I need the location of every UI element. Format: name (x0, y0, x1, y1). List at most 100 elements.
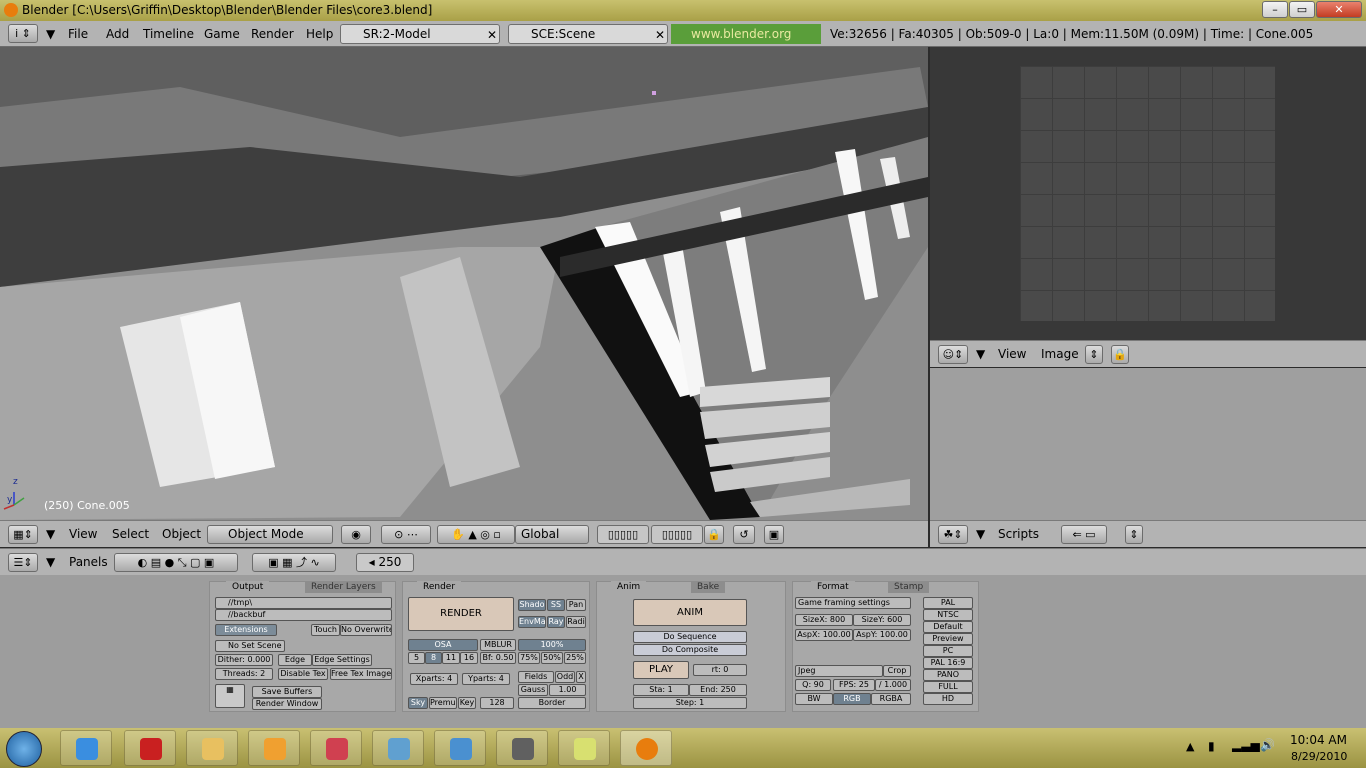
ie-taskbar-icon[interactable] (60, 730, 112, 766)
collapse-arrow-icon[interactable]: ▼ (976, 347, 985, 361)
frame-number-field[interactable]: ◂ 250 (356, 553, 414, 572)
rgb-toggle[interactable]: RGB (833, 693, 871, 705)
tab-render[interactable]: Render (417, 581, 462, 593)
network-icon[interactable]: ▂▃▅ (1232, 738, 1260, 752)
menu-scripts[interactable]: Scripts (998, 527, 1039, 541)
menu-add[interactable]: Add (106, 27, 129, 41)
minimize-button[interactable]: – (1262, 1, 1288, 18)
mode-selector[interactable]: Object Mode (207, 525, 333, 544)
tab-bake[interactable]: Bake (691, 581, 726, 593)
end-frame-field[interactable]: End: 250 (689, 684, 747, 696)
tab-anim[interactable]: Anim (611, 581, 647, 593)
res-50[interactable]: 50% (541, 652, 563, 664)
osa-toggle[interactable]: OSA (408, 639, 478, 651)
lock-layers-icon[interactable]: 🔒 (704, 525, 724, 544)
edge-settings-button[interactable]: Edge Settings (312, 654, 372, 666)
scene-selector[interactable]: SCE:Scene ✕ (508, 24, 668, 44)
shadow-toggle[interactable]: Shado (518, 599, 546, 611)
rgba-toggle[interactable]: RGBA (871, 693, 911, 705)
scripts-editor-type-icon[interactable]: ☘⇕ (938, 525, 968, 544)
fps-field[interactable]: FPS: 25 (833, 679, 875, 691)
snap-icon[interactable]: ↺ (733, 525, 755, 544)
snipping-taskbar-icon[interactable] (310, 730, 362, 766)
tray-expand-icon[interactable]: ▲ (1186, 740, 1194, 753)
blender-taskbar-icon[interactable] (620, 730, 672, 766)
disable-tex-toggle[interactable]: Disable Tex (278, 668, 328, 680)
preset-full[interactable]: FULL (923, 681, 973, 693)
menu-timeline[interactable]: Timeline (143, 27, 194, 41)
tab-stamp[interactable]: Stamp (888, 581, 930, 593)
menu-object[interactable]: Object (162, 527, 201, 541)
clock-time[interactable]: 10:04 AM (1290, 733, 1347, 747)
sizex-field[interactable]: SizeX: 800 (795, 614, 853, 626)
preset-pano[interactable]: PANO (923, 669, 973, 681)
layer-buttons-1[interactable]: ▯▯▯▯▯ (597, 525, 649, 544)
border-toggle[interactable]: Border (518, 697, 586, 709)
set-scene-selector[interactable]: No Set Scene (215, 640, 285, 652)
volume-icon[interactable]: 🔊 (1260, 738, 1275, 752)
editor-type-grid-icon[interactable]: ▦⇕ (8, 525, 38, 544)
ray-toggle[interactable]: Ray (547, 616, 565, 628)
preset-pal[interactable]: PAL (923, 597, 973, 609)
3d-viewport[interactable]: z y (250) Cone.005 (0, 47, 928, 520)
free-tex-image-toggle[interactable]: Free Tex Image (330, 668, 392, 680)
dither-field[interactable]: Dither: 0.000 (215, 654, 273, 666)
scripts-browse-icon[interactable]: ⇕ (1125, 525, 1143, 544)
menu-file[interactable]: File (68, 27, 88, 41)
preset-default[interactable]: Default (923, 621, 973, 633)
collapse-arrow-icon[interactable]: ▼ (976, 527, 985, 541)
start-button-icon[interactable] (6, 731, 42, 767)
crop-toggle[interactable]: Crop (883, 665, 911, 677)
pivot-icon[interactable]: ⊙ ⋯ (381, 525, 431, 544)
odd-toggle[interactable]: Odd (555, 671, 575, 683)
context-buttons[interactable]: ◐ ▤ ● ⤡ ▢ ▣ (114, 553, 238, 572)
rt-field[interactable]: rt: 0 (693, 664, 747, 676)
do-sequence-toggle[interactable]: Do Sequence (633, 631, 747, 643)
sky-toggle[interactable]: Sky (408, 697, 428, 709)
xparts-field[interactable]: Xparts: 4 (410, 673, 458, 685)
render-display-grid-icon[interactable]: ▦ (215, 684, 245, 708)
menu-render[interactable]: Render (251, 27, 294, 41)
render-button[interactable]: RENDER (408, 597, 514, 631)
explorer-taskbar-icon[interactable] (186, 730, 238, 766)
preset-hd[interactable]: HD (923, 693, 973, 705)
tab-render-layers[interactable]: Render Layers (305, 581, 382, 593)
res-75[interactable]: 75% (518, 652, 540, 664)
touch-toggle[interactable]: Touch (311, 624, 340, 636)
fields-toggle[interactable]: Fields (518, 671, 554, 683)
preset-preview[interactable]: Preview (923, 633, 973, 645)
preset-pc[interactable]: PC (923, 645, 973, 657)
image-editor-type-icon[interactable]: ☺⇕ (938, 345, 968, 364)
delete-scene-icon[interactable]: ✕ (655, 26, 665, 44)
key-toggle[interactable]: Key (458, 697, 476, 709)
sizey-field[interactable]: SizeY: 600 (853, 614, 911, 626)
menu-help[interactable]: Help (306, 27, 333, 41)
yparts-field[interactable]: Yparts: 4 (462, 673, 510, 685)
sss-toggle[interactable]: SS (547, 599, 565, 611)
menu-select[interactable]: Select (112, 527, 149, 541)
res-25[interactable]: 25% (564, 652, 586, 664)
x-toggle[interactable]: X (576, 671, 586, 683)
media-player-taskbar-icon[interactable] (248, 730, 300, 766)
close-button[interactable]: ✕ (1316, 1, 1362, 18)
osa-11[interactable]: 11 (442, 652, 460, 664)
fps-base-field[interactable]: / 1.000 (875, 679, 911, 691)
play-button[interactable]: PLAY (633, 661, 689, 679)
premul-toggle[interactable]: Premul (429, 697, 457, 709)
filter-size-field[interactable]: 1.00 (549, 684, 586, 696)
bw-toggle[interactable]: BW (795, 693, 833, 705)
delete-screen-icon[interactable]: ✕ (487, 26, 497, 44)
quality-field[interactable]: Q: 90 (795, 679, 831, 691)
draw-type-icon[interactable]: ◉ (341, 525, 371, 544)
gauss-selector[interactable]: Gauss (518, 684, 548, 696)
transform-manipulator-icons[interactable]: ✋ ▲ ◎ ▫ (437, 525, 515, 544)
acrobat-taskbar-icon[interactable] (124, 730, 176, 766)
video-taskbar-icon[interactable] (496, 730, 548, 766)
extensions-toggle[interactable]: Extensions (215, 624, 277, 636)
screen-selector[interactable]: SR:2-Model ✕ (340, 24, 500, 44)
tray-device-icon[interactable]: ▮ (1208, 739, 1215, 753)
collapse-arrow-icon[interactable]: ▼ (46, 27, 55, 41)
threads-field[interactable]: Threads: 2 (215, 668, 273, 680)
preset-pal169[interactable]: PAL 16:9 (923, 657, 973, 669)
collapse-arrow-icon[interactable]: ▼ (46, 527, 55, 541)
